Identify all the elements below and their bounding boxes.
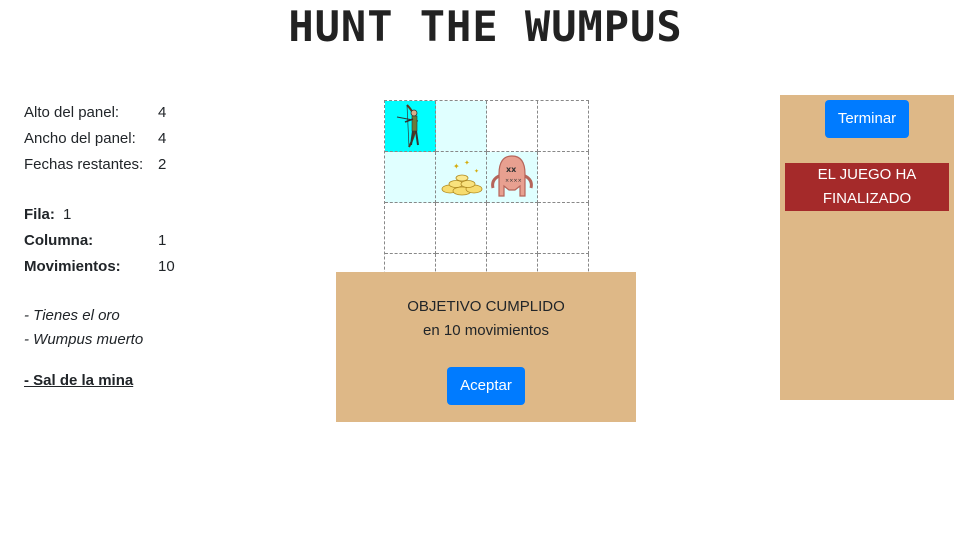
dialog-message: en 10 movimientos xyxy=(423,322,549,339)
game-over-banner: EL JUEGO HA FINALIZADO xyxy=(785,163,949,211)
movimientos-row: Movimientos: 10 xyxy=(24,254,175,280)
board-cell[interactable] xyxy=(487,101,538,152)
board-cell[interactable] xyxy=(487,203,538,254)
columna-value: 1 xyxy=(158,232,167,249)
page-title: HUNT THE WUMPUS xyxy=(288,2,683,51)
columna-label: Columna: xyxy=(24,232,94,249)
dialog-title: OBJETIVO CUMPLIDO xyxy=(407,298,565,315)
status-gold: - Tienes el oro xyxy=(24,307,120,324)
flechas-row: Fechas restantes: 2 xyxy=(24,152,166,178)
board-cell[interactable] xyxy=(385,152,436,203)
flechas-value: 2 xyxy=(158,156,167,173)
board-cell[interactable] xyxy=(436,101,487,152)
board-cell[interactable] xyxy=(385,203,436,254)
finish-button[interactable]: Terminar xyxy=(824,100,910,138)
fila-row: Fila: 1 xyxy=(24,202,143,228)
fila-label: Fila: xyxy=(24,206,55,223)
board-cell[interactable] xyxy=(436,203,487,254)
svg-text:✦: ✦ xyxy=(474,168,479,175)
board-cell[interactable]: xx ×××× xyxy=(487,152,538,203)
victory-dialog: OBJETIVO CUMPLIDO en 10 movimientos Acep… xyxy=(336,272,636,422)
board-cell[interactable] xyxy=(385,101,436,152)
ancho-row: Ancho del panel: 4 xyxy=(24,126,166,152)
accept-button[interactable]: Aceptar xyxy=(447,367,525,405)
flechas-label: Fechas restantes: xyxy=(24,156,144,173)
board-cell[interactable] xyxy=(538,101,589,152)
svg-text:××××: ×××× xyxy=(505,178,522,184)
board-cell[interactable] xyxy=(538,203,589,254)
movimientos-label: Movimientos: xyxy=(24,258,121,275)
alto-value: 4 xyxy=(158,104,167,121)
board-cell[interactable]: ✦ ✦ ✦ xyxy=(436,152,487,203)
ancho-label: Ancho del panel: xyxy=(24,130,136,147)
fila-value: 1 xyxy=(63,206,72,223)
status-wumpus: - Wumpus muerto xyxy=(24,331,144,348)
alto-row: Alto del panel: 4 xyxy=(24,100,166,126)
columna-row: Columna: 1 xyxy=(24,228,166,254)
svg-text:✦: ✦ xyxy=(453,162,460,171)
ancho-value: 4 xyxy=(158,130,167,147)
info-panel: Alto del panel: 4 Ancho del panel: 4 Fec… xyxy=(24,100,175,394)
alto-label: Alto del panel: xyxy=(24,104,120,121)
board-cell[interactable] xyxy=(538,152,589,203)
gold-pile-icon: ✦ ✦ ✦ xyxy=(441,159,483,196)
exit-link[interactable]: - Sal de la mina xyxy=(24,368,143,394)
svg-text:xx: xx xyxy=(506,165,517,174)
hunter-archer-icon xyxy=(396,104,419,148)
side-panel: Terminar EL JUEGO HA FINALIZADO xyxy=(780,95,954,400)
svg-text:✦: ✦ xyxy=(464,159,470,167)
dead-wumpus-icon: xx ×××× xyxy=(491,155,533,197)
movimientos-value: 10 xyxy=(158,258,175,275)
